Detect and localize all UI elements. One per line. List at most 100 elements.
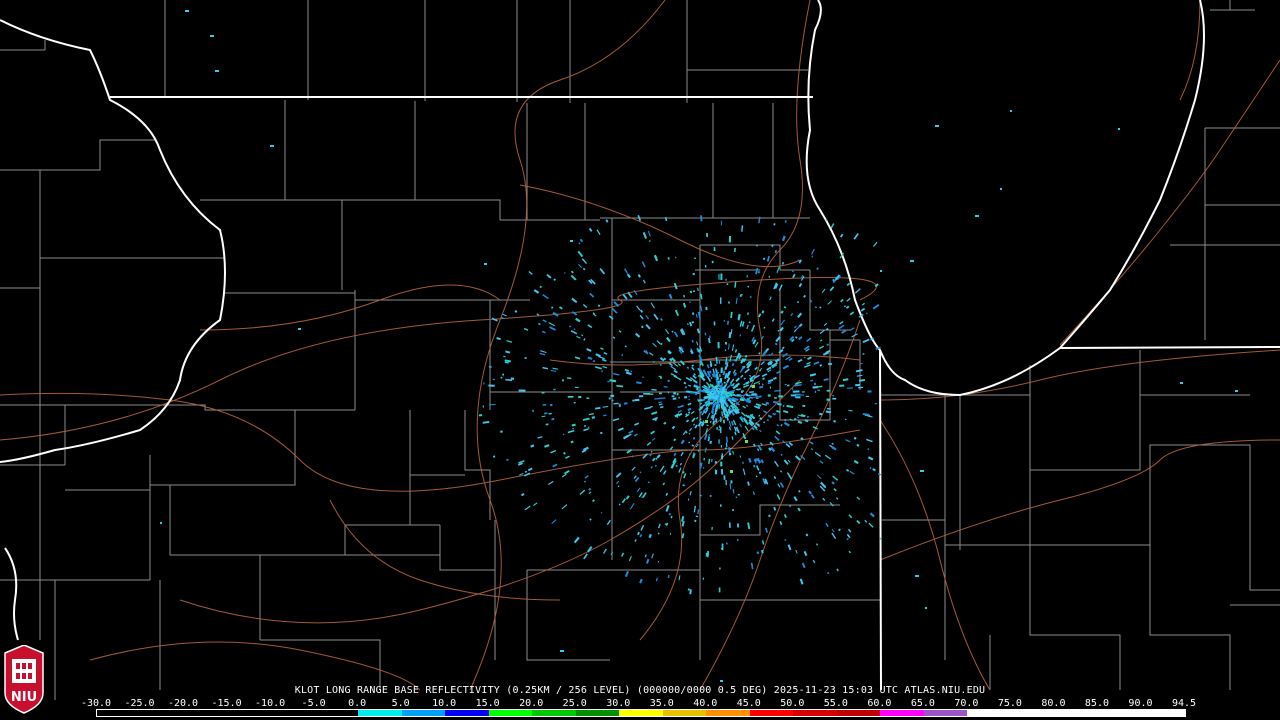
echo-mark: [915, 575, 919, 577]
echo-mark: [679, 462, 682, 466]
echo-mark: [728, 447, 731, 453]
colorbar-segment: [271, 710, 315, 716]
colorbar-label: 50.0: [780, 698, 805, 709]
colorbar-segment: [749, 710, 794, 716]
echo-mark: [781, 261, 785, 265]
echo-mark: [880, 270, 882, 272]
echo-mark: [568, 325, 572, 328]
echo-mark: [758, 423, 760, 426]
echo-mark: [825, 218, 828, 221]
echo-mark: [692, 452, 696, 455]
echo-mark: [783, 514, 787, 518]
echo-mark: [693, 423, 695, 426]
echo-mark: [699, 402, 703, 405]
echo-mark: [722, 370, 726, 376]
echo-mark: [773, 365, 776, 368]
echo-mark: [667, 574, 670, 579]
echo-mark: [514, 310, 518, 313]
echo-mark: [752, 464, 756, 468]
echo-mark: [765, 401, 770, 405]
echo-mark: [777, 402, 782, 406]
echo-mark: [682, 302, 687, 308]
echo-mark: [827, 571, 830, 575]
echo-mark: [812, 386, 819, 389]
echo-mark: [767, 381, 772, 385]
echo-mark: [797, 420, 803, 425]
colorbar-segment: [532, 710, 576, 716]
colorbar-segment: [227, 710, 272, 716]
echo-mark: [711, 373, 715, 378]
colorbar-segment: [967, 710, 1011, 716]
echo-mark: [720, 680, 723, 682]
echo-mark: [766, 419, 769, 422]
echo-mark: [496, 337, 501, 341]
colorbar-label: 75.0: [997, 698, 1022, 709]
echo-mark: [759, 385, 764, 389]
echo-mark: [819, 412, 823, 416]
echo-mark: [640, 325, 644, 329]
echo-mark: [877, 472, 882, 476]
echo-mark: [730, 311, 733, 319]
echo-mark: [769, 363, 773, 366]
echo-mark: [591, 499, 595, 503]
echo-mark: [500, 430, 503, 433]
echo-mark: [750, 562, 754, 570]
echo-mark: [663, 385, 668, 388]
colorbar-label: 5.0: [391, 698, 410, 709]
echo-mark: [920, 470, 924, 472]
echo-mark: [793, 417, 797, 421]
echo-mark: [687, 411, 691, 414]
echo-mark: [530, 444, 535, 448]
echo-mark: [699, 363, 702, 366]
echo-mark: [784, 418, 787, 422]
echo-mark: [768, 275, 771, 278]
echo-mark: [696, 443, 699, 447]
echo-mark: [695, 445, 698, 448]
echo-mark: [160, 522, 162, 524]
echo-mark: [710, 377, 713, 379]
echo-mark: [825, 327, 829, 331]
echo-mark: [639, 578, 643, 584]
echo-mark: [774, 342, 778, 346]
colorbar-segment: [923, 710, 968, 716]
echo-mark: [695, 387, 699, 391]
echo-mark: [809, 373, 817, 377]
echo-mark: [710, 402, 713, 405]
echo-mark: [796, 416, 800, 419]
echo-mark: [832, 278, 835, 282]
echo-mark: [603, 414, 607, 417]
echo-mark: [505, 350, 511, 354]
echo-mark: [773, 401, 778, 404]
echo-mark: [687, 498, 690, 501]
echo-mark: [639, 534, 643, 538]
echo-mark: [925, 607, 927, 609]
echo-mark: [185, 10, 189, 12]
echo-mark: [761, 310, 765, 314]
echo-mark: [725, 389, 728, 391]
echo-mark: [681, 520, 685, 527]
echo-mark: [853, 436, 857, 440]
echo-mark: [731, 363, 735, 367]
echo-mark: [756, 551, 760, 555]
echo-mark: [697, 398, 703, 403]
echo-mark: [819, 306, 822, 309]
echo-mark: [705, 420, 708, 423]
product-title: KLOT LONG RANGE BASE REFLECTIVITY (0.25K…: [294, 685, 768, 696]
echo-mark: [587, 356, 593, 360]
echo-mark: [783, 410, 789, 414]
echo-mark: [591, 416, 596, 419]
echo-mark: [743, 377, 746, 380]
echo-mark: [723, 406, 728, 412]
echo-mark: [708, 370, 712, 374]
echo-mark: [654, 465, 657, 467]
echo-mark: [795, 336, 798, 339]
echo-mark: [935, 125, 939, 127]
echo-mark: [630, 370, 633, 373]
echo-mark: [687, 407, 692, 412]
colorbar-label: 40.0: [693, 698, 718, 709]
echo-mark: [831, 442, 834, 445]
echo-mark: [831, 481, 835, 485]
echo-mark: [270, 145, 274, 147]
echo-mark: [681, 533, 685, 539]
echo-mark: [691, 339, 694, 343]
